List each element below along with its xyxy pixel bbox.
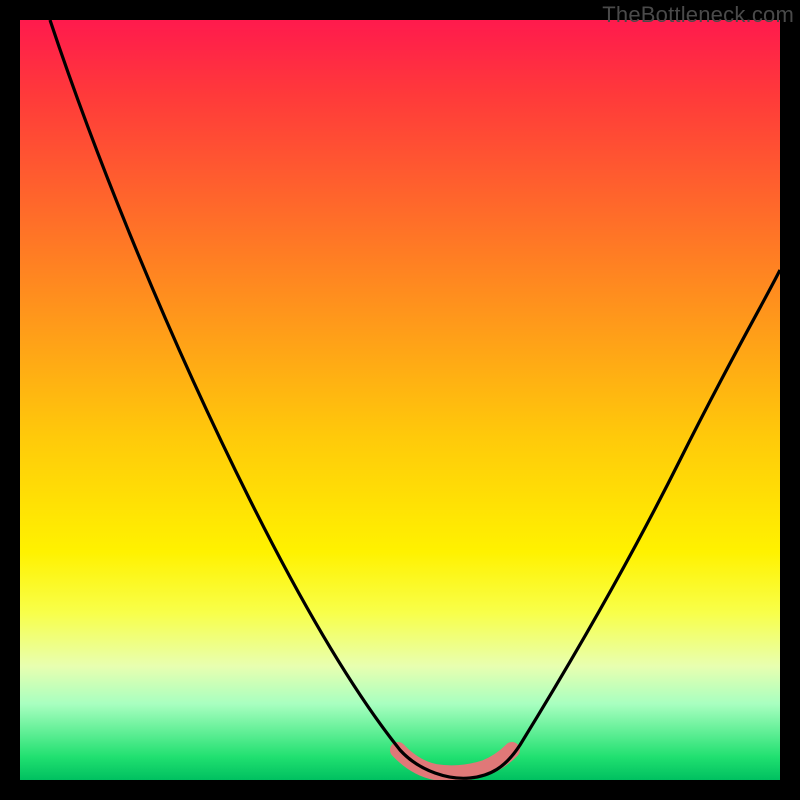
curve-layer bbox=[20, 20, 780, 780]
plot-area bbox=[20, 20, 780, 780]
chart-canvas: TheBottleneck.com bbox=[0, 0, 800, 800]
bottleneck-curve-path bbox=[50, 20, 780, 778]
watermark-text: TheBottleneck.com bbox=[602, 2, 794, 28]
